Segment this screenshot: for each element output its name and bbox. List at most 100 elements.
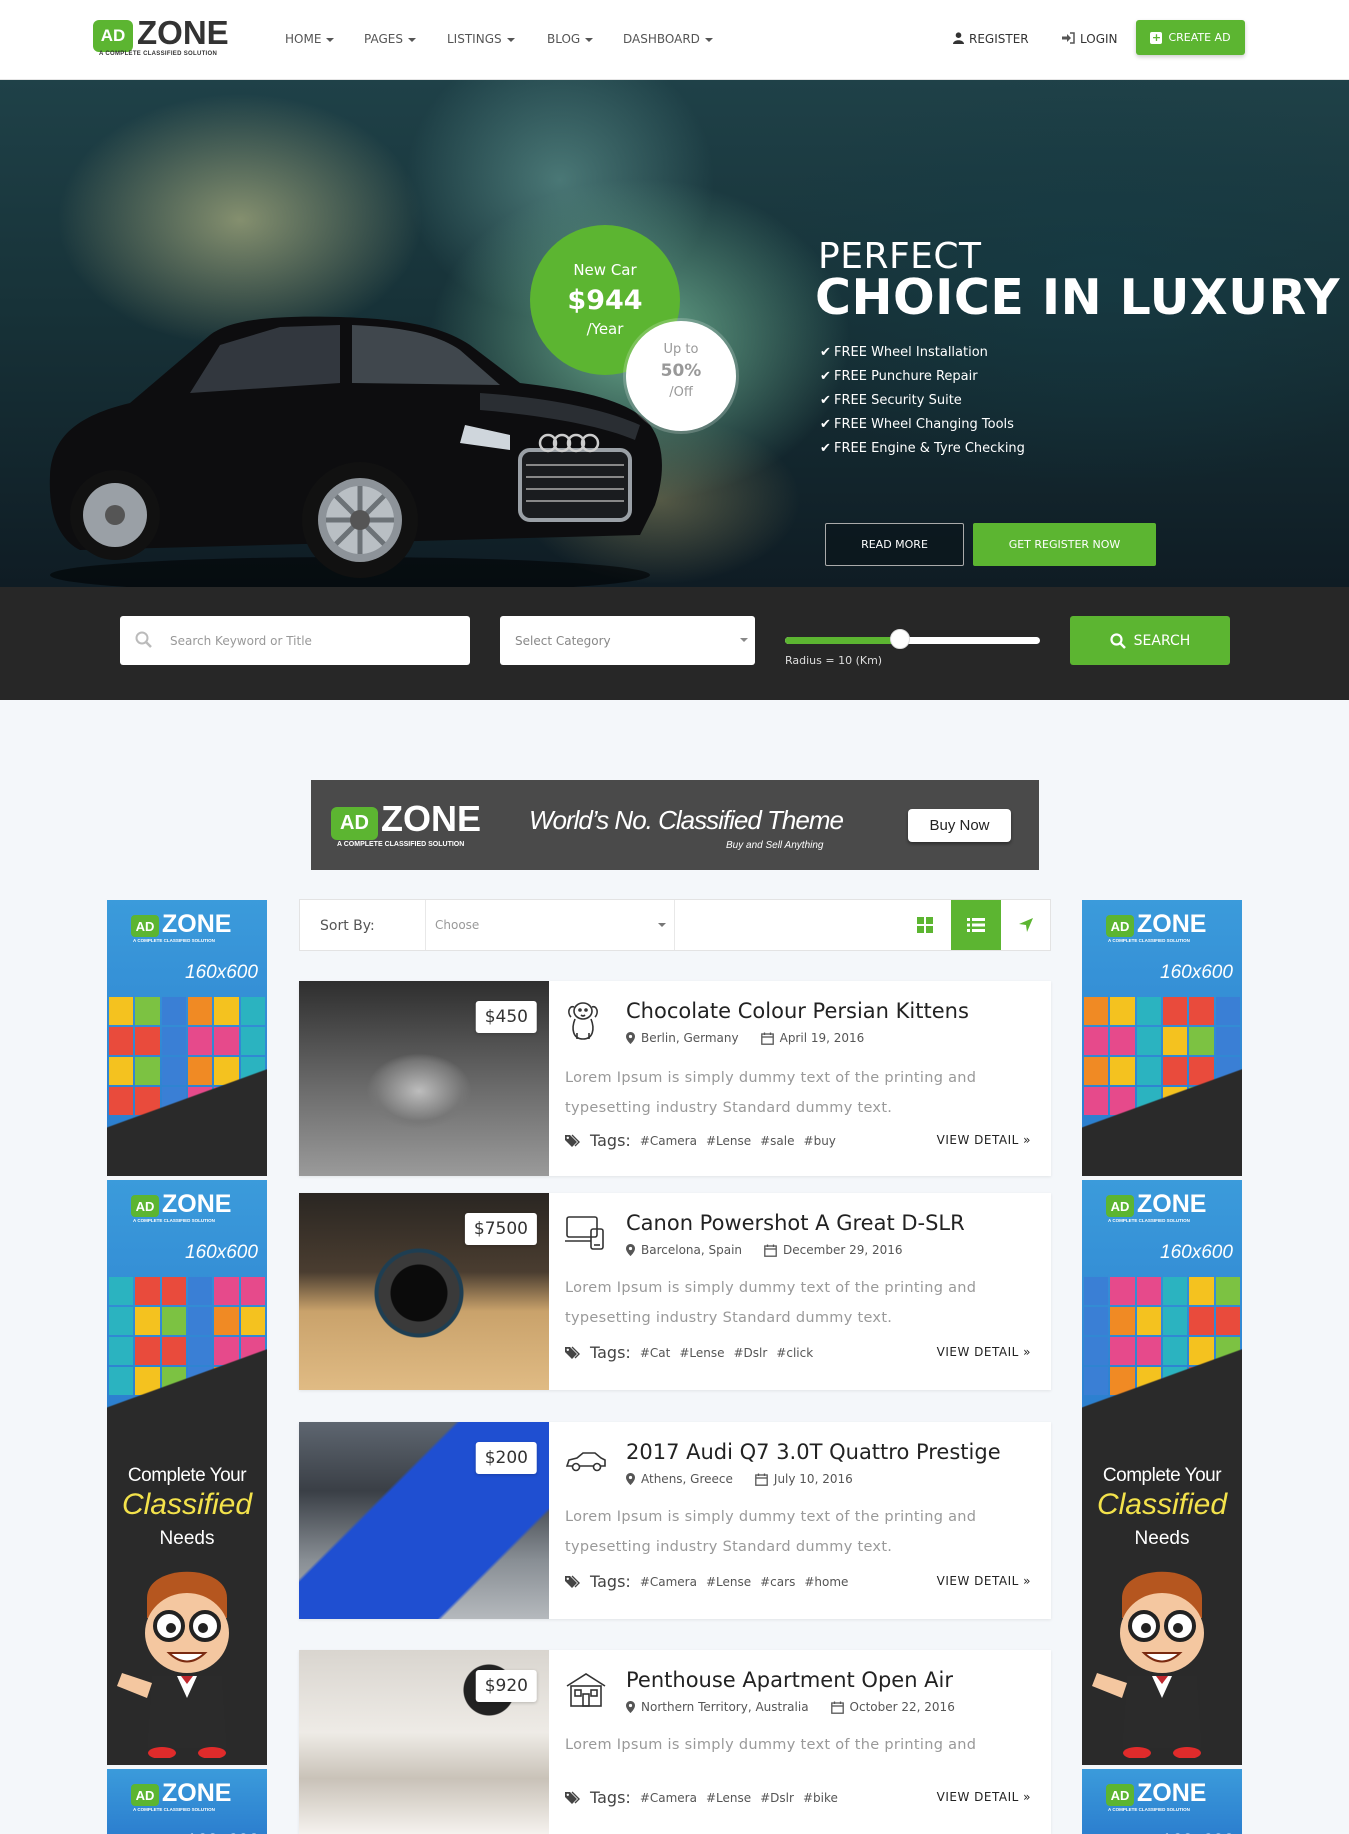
listing-title[interactable]: Chocolate Colour Persian Kittens — [626, 999, 969, 1023]
tag-link[interactable]: #sale — [760, 1134, 794, 1148]
tag-link[interactable]: #Dslr — [733, 1346, 767, 1360]
nav-pages[interactable]: PAGES — [364, 32, 416, 46]
feature-text: FREE Punchure Repair — [834, 369, 978, 384]
tag-link[interactable]: #Lense — [706, 1134, 751, 1148]
list-view-button[interactable] — [951, 900, 1001, 950]
side-ad-5[interactable]: AD ZONE A COMPLETE CLASSIFIED SOLUTION 160x… — [1082, 1180, 1242, 1765]
house-icon — [565, 1668, 606, 1708]
listing-date-text: July 10, 2016 — [773, 1472, 853, 1486]
tag-link[interactable]: #Cat — [640, 1346, 671, 1360]
radius-slider-handle[interactable] — [890, 629, 910, 649]
listing-title[interactable]: Canon Powershot A Great D-SLR — [626, 1211, 965, 1235]
side-ad-size: 160x600 — [1160, 1242, 1233, 1263]
logo-ad-mark[interactable]: AD — [93, 20, 133, 52]
appliance-tile — [1215, 1027, 1240, 1055]
side-ad-pitch-line3: Needs — [159, 1528, 215, 1549]
listing-title[interactable]: Penthouse Apartment Open Air — [626, 1668, 953, 1692]
logo-wordmark[interactable]: ZONE — [137, 14, 229, 52]
appliance-tile — [1084, 1277, 1109, 1305]
view-detail-label: VIEW DETAIL — [936, 1790, 1019, 1804]
tag-link[interactable]: #click — [776, 1346, 813, 1360]
listing-card[interactable]: $7500 Canon Powershot A Great D-SLR Barcel… — [299, 1193, 1051, 1390]
side-ad-1[interactable]: AD ZONE A COMPLETE CLASSIFIED SOLUTION 160x… — [107, 900, 267, 1176]
side-ad-6[interactable]: ADZONEA COMPLETE CLASSIFIED SOLUTION160x… — [1082, 1769, 1242, 1834]
side-ad-tagline: A COMPLETE CLASSIFIED SOLUTION — [1108, 938, 1190, 943]
grid-view-button[interactable] — [900, 900, 950, 950]
listing-date-text: October 22, 2016 — [849, 1700, 955, 1714]
view-detail-link[interactable]: VIEW DETAIL » — [937, 1345, 1031, 1359]
tag-link[interactable]: #Lense — [706, 1791, 751, 1805]
nav-listings-label: LISTINGS — [447, 32, 502, 46]
view-detail-link[interactable]: VIEW DETAIL » — [937, 1574, 1031, 1588]
appliance-tile — [1110, 1277, 1135, 1305]
listing-description: Lorem Ipsum is simply dummy text of the … — [565, 1280, 977, 1326]
nav-dashboard-label: DASHBOARD — [623, 32, 700, 46]
check-icon: ✔ — [820, 417, 831, 432]
nav-listings[interactable]: LISTINGS — [447, 32, 515, 46]
side-ad-2[interactable]: AD ZONE A COMPLETE CLASSIFIED SOLUTION 160x… — [107, 1180, 267, 1765]
listing-card[interactable]: $920 Penthouse Apartment Open Air Northern… — [299, 1650, 1051, 1834]
tag-link[interactable]: #cars — [760, 1575, 795, 1589]
side-ad-pitch-line1: Complete Your — [1102, 1465, 1222, 1486]
listing-location-text: Northern Territory, Australia — [641, 1700, 809, 1714]
feature-text: FREE Wheel Installation — [834, 345, 988, 360]
tag-link[interactable]: #Dslr — [760, 1791, 794, 1805]
discount-suffix: /Off — [669, 385, 693, 400]
angle-double-right-icon: » — [1023, 1790, 1031, 1804]
login-label: LOGIN — [1080, 32, 1118, 46]
get-register-now-button[interactable]: GET REGISTER NOW — [973, 523, 1156, 566]
category-placeholder: Select Category — [515, 633, 611, 648]
listing-price: $450 — [475, 1001, 537, 1033]
listing-date-text: December 29, 2016 — [783, 1243, 903, 1257]
view-detail-link[interactable]: VIEW DETAIL » — [937, 1133, 1031, 1147]
side-ad-3[interactable]: ADZONEA COMPLETE CLASSIFIED SOLUTION160x… — [107, 1769, 267, 1834]
tag-link[interactable]: #Camera — [640, 1134, 697, 1148]
appliance-tile — [1215, 997, 1240, 1025]
side-ad-4[interactable]: AD ZONE A COMPLETE CLASSIFIED SOLUTION 160x… — [1082, 900, 1242, 1176]
banner-logo-zone: ZONE — [381, 798, 482, 839]
tag-link[interactable]: #buy — [804, 1134, 836, 1148]
discount-badge: Up to 50% /Off — [626, 321, 736, 431]
appliance-tile — [1215, 1277, 1240, 1305]
tag-link[interactable]: #bike — [803, 1791, 838, 1805]
listing-meta: Athens, Greece July 10, 2016 — [626, 1472, 853, 1486]
appliance-tile — [1084, 1307, 1109, 1335]
listing-meta: Berlin, Germany April 19, 2016 — [626, 1031, 864, 1045]
map-view-button[interactable] — [1001, 900, 1051, 950]
tag-link[interactable]: #Lense — [706, 1575, 751, 1589]
listing-description: Lorem Ipsum is simply dummy text of the … — [565, 1070, 977, 1116]
discount-value: 50% — [660, 361, 702, 381]
banner-ad[interactable]: AD ZONE A COMPLETE CLASSIFIED SOLUTION W… — [311, 780, 1039, 870]
listing-location: Barcelona, Spain — [626, 1243, 742, 1257]
side-ad-size: 160x600 — [1160, 962, 1233, 983]
feature-item: ✔ FREE Wheel Changing Tools — [820, 417, 1025, 441]
tag-link[interactable]: #Camera — [640, 1575, 697, 1589]
buy-now-button[interactable]: Buy Now — [908, 809, 1011, 842]
nav-blog[interactable]: BLOG — [547, 32, 594, 46]
appliance-tile — [1136, 1027, 1161, 1055]
appliance-tile — [188, 1027, 213, 1055]
login-link[interactable]: LOGIN — [1062, 32, 1118, 46]
listing-card[interactable]: $200 2017 Audi Q7 3.0T Quattro Prestige At… — [299, 1422, 1051, 1619]
nav-dashboard[interactable]: DASHBOARD — [623, 32, 713, 46]
appliance-tile — [1189, 997, 1214, 1025]
listing-card[interactable]: $450 Chocolate Colour Persian Kittens Berl… — [299, 981, 1051, 1176]
search-keyword-input[interactable]: Search Keyword or Title — [120, 616, 470, 665]
sort-select[interactable]: Choose — [425, 900, 675, 950]
register-link[interactable]: REGISTER — [953, 32, 1029, 46]
category-select[interactable]: Select Category — [500, 616, 755, 665]
tag-link[interactable]: #Lense — [679, 1346, 724, 1360]
view-detail-link[interactable]: VIEW DETAIL » — [937, 1790, 1031, 1804]
badge-label: New Car — [573, 261, 637, 279]
nav-home[interactable]: HOME — [285, 32, 335, 46]
listing-date: October 22, 2016 — [830, 1700, 955, 1714]
tag-link[interactable]: #Camera — [640, 1791, 697, 1805]
tag-link[interactable]: #home — [804, 1575, 848, 1589]
create-ad-button[interactable]: + CREATE AD — [1136, 20, 1245, 55]
listing-location-text: Berlin, Germany — [641, 1031, 739, 1045]
side-ad-logo-zone: ZONE — [162, 1190, 232, 1218]
appliance-tile — [109, 997, 134, 1025]
search-button[interactable]: SEARCH — [1070, 616, 1230, 665]
listing-title[interactable]: 2017 Audi Q7 3.0T Quattro Prestige — [626, 1440, 1001, 1464]
read-more-button[interactable]: READ MORE — [825, 523, 964, 566]
